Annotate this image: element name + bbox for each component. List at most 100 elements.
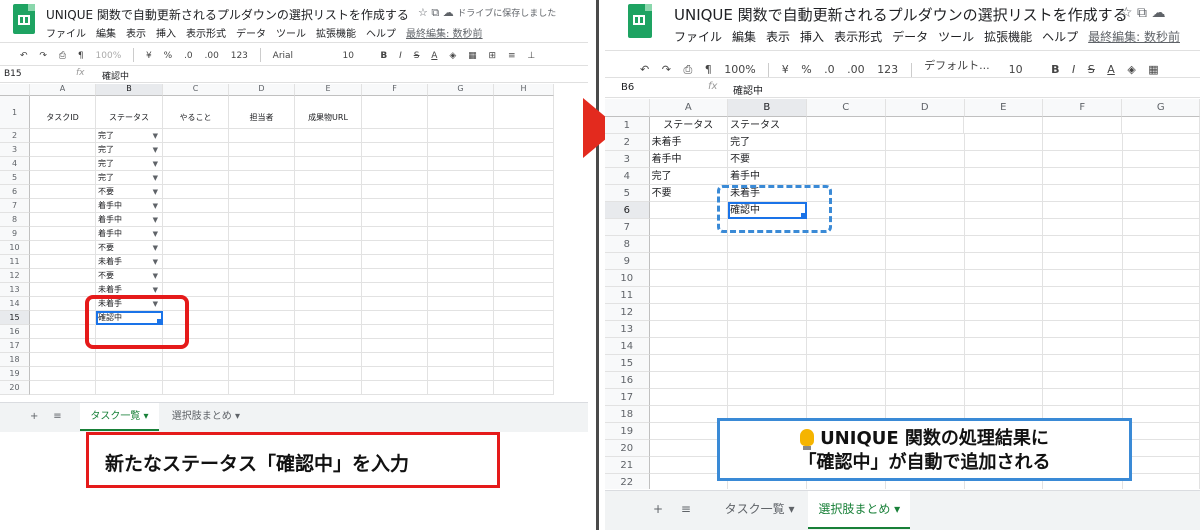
row-header[interactable]: 9 [605,253,650,270]
dropdown-arrow-icon[interactable]: ▼ [153,213,158,226]
cell[interactable]: ステータス [649,117,728,134]
font-select[interactable]: デフォルト... [924,57,996,73]
row-header[interactable]: 7 [0,199,30,213]
cell[interactable] [229,297,295,311]
zoom-select[interactable]: 100% [724,63,755,76]
cell[interactable] [728,304,807,321]
cell[interactable] [295,199,362,213]
cell[interactable]: ステータス [96,96,163,129]
cell[interactable] [886,202,965,219]
cell[interactable] [728,321,807,338]
cell[interactable] [649,236,729,253]
cell[interactable] [30,129,96,143]
redo-icon[interactable]: ↷ [662,63,671,76]
cell[interactable] [362,381,428,395]
cell[interactable] [806,270,887,287]
row-header[interactable]: 5 [605,185,650,202]
cell[interactable] [362,297,428,311]
cell[interactable] [886,151,965,168]
menu-item[interactable]: 編集 [732,30,756,44]
cell[interactable] [494,269,554,283]
cell[interactable] [494,311,554,325]
cell[interactable] [1122,304,1200,321]
cell[interactable] [428,311,494,325]
cell[interactable] [229,213,295,227]
cell[interactable] [428,381,494,395]
cell[interactable] [1043,134,1123,151]
cell[interactable] [295,157,362,171]
cell[interactable] [229,171,295,185]
sheets-logo-icon[interactable] [13,4,35,34]
paint-format-icon[interactable]: ¶ [705,63,712,76]
column-header[interactable]: B [728,99,807,117]
cell[interactable] [886,304,965,321]
cell[interactable] [362,241,428,255]
cell[interactable] [163,157,229,171]
cell[interactable] [964,287,1044,304]
cell[interactable] [494,241,554,255]
cell[interactable] [649,253,729,270]
tab-task-list[interactable]: タスク一覧 ▾ [715,491,805,529]
row-header[interactable]: 14 [0,297,30,311]
cell[interactable] [30,353,96,367]
cell[interactable] [163,143,229,157]
cell[interactable] [494,171,554,185]
column-header[interactable]: C [806,99,887,117]
cell[interactable] [649,287,729,304]
menu-item[interactable]: データ [236,29,266,40]
cell[interactable] [649,321,729,338]
row-header[interactable]: 1 [605,117,650,134]
cell[interactable] [494,185,554,199]
cell[interactable] [964,185,1044,202]
cell[interactable] [494,325,554,339]
cell[interactable] [728,389,807,406]
cell[interactable] [163,129,229,143]
menu-item[interactable]: 編集 [96,29,116,40]
print-icon[interactable]: ⎙ [683,63,692,77]
cell[interactable] [362,283,428,297]
cell[interactable] [295,353,362,367]
cell[interactable] [362,213,428,227]
tab-choice-summary[interactable]: 選択肢まとめ ▾ [808,491,911,529]
cell[interactable] [494,381,554,395]
cell[interactable] [428,171,494,185]
cell[interactable]: 未着手 [649,134,729,151]
cell[interactable] [649,270,729,287]
menu-item[interactable]: 表示 [126,29,146,40]
cell[interactable] [494,213,554,227]
dropdown-arrow-icon[interactable]: ▼ [153,241,158,254]
valign-icon[interactable]: ⊥ [527,51,535,61]
cell[interactable] [295,227,362,241]
cell[interactable] [806,372,887,389]
cell[interactable] [964,355,1044,372]
row-header[interactable]: 8 [605,236,650,253]
cell[interactable] [964,202,1044,219]
cell[interactable]: 未着手 ▼ [96,255,163,269]
menu-item[interactable]: 表示形式 [186,29,226,40]
cell[interactable] [30,283,96,297]
document-title[interactable]: UNIQUE 関数で自動更新されるプルダウンの選択リストを作成する [46,6,409,23]
row-header[interactable]: 17 [0,339,30,353]
cell[interactable] [964,372,1044,389]
cell[interactable] [163,269,229,283]
cell[interactable] [886,270,965,287]
cell[interactable] [886,287,965,304]
cell[interactable] [494,283,554,297]
number-format-button[interactable]: 123 [877,63,898,76]
column-header[interactable]: F [362,84,428,96]
cell[interactable] [30,381,96,395]
row-header[interactable]: 17 [605,389,650,406]
cell[interactable] [964,219,1044,236]
cell[interactable] [163,227,229,241]
menu-item[interactable]: 挿入 [800,30,824,44]
cell[interactable] [163,213,229,227]
cell[interactable] [428,129,494,143]
cell[interactable] [428,297,494,311]
cell[interactable] [1122,202,1200,219]
cell[interactable] [362,143,428,157]
menu-item[interactable]: ファイル [674,30,722,44]
cell[interactable] [1122,372,1200,389]
row-header[interactable]: 19 [0,367,30,381]
cell[interactable] [30,241,96,255]
cell[interactable] [362,367,428,381]
